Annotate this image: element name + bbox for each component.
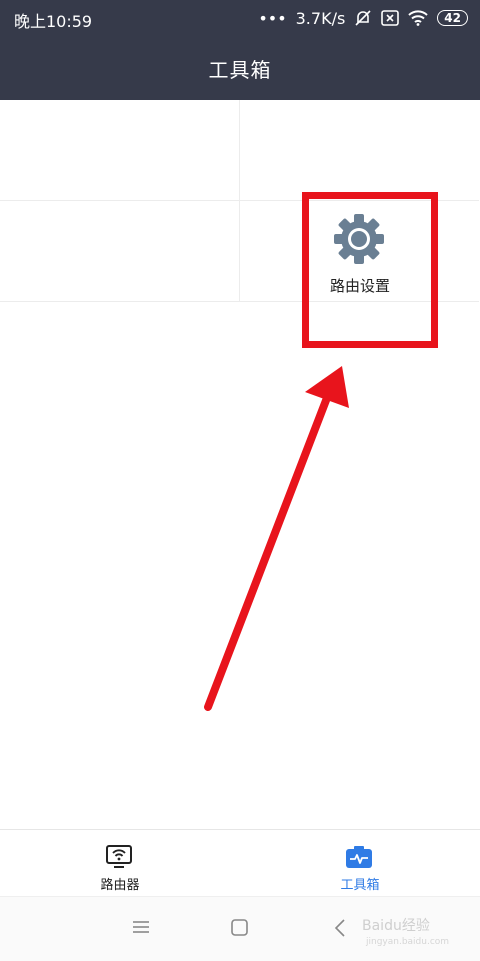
nav-label-toolbox: 工具箱 [340,878,380,893]
nav-label-router: 路由器 [100,878,140,893]
back-icon[interactable] [334,919,346,937]
red-arrow-annotation [204,366,349,711]
home-icon[interactable] [231,919,248,936]
system-nav-bar: Baidu经验 jingyan.baidu.com [0,896,480,961]
nav-router[interactable]: 路由器 [0,830,240,897]
router-icon [106,845,132,868]
watermark: Baidu经验 [362,918,430,934]
watermark-sub: jingyan.baidu.com [366,937,450,947]
nav-toolbox[interactable]: 工具箱 [240,830,480,897]
toolbox-icon [346,846,372,868]
bottom-nav: 路由器 工具箱 [0,829,480,897]
menu-icon[interactable] [132,919,150,935]
